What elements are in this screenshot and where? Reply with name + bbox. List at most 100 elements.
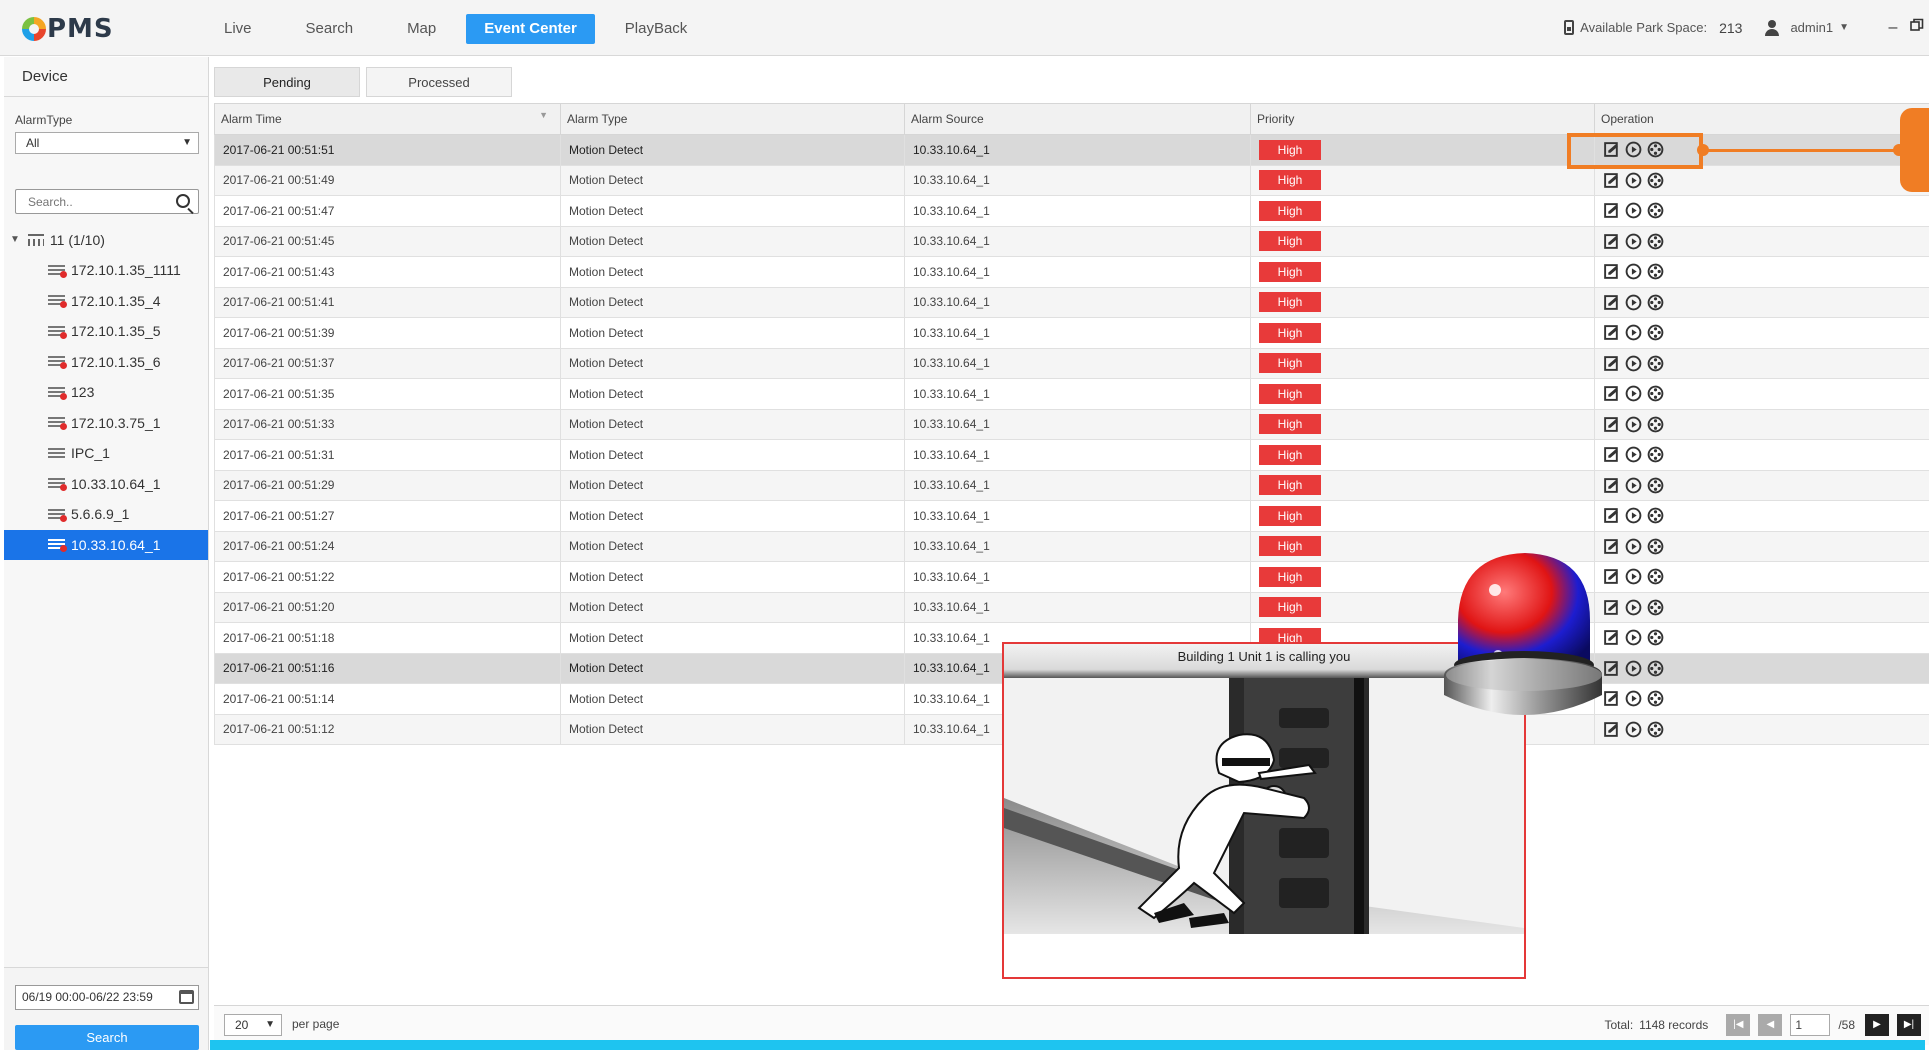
column-header-alarm-type[interactable]: Alarm Type (560, 103, 905, 135)
film-reel-icon[interactable] (1647, 355, 1664, 372)
film-reel-icon[interactable] (1647, 416, 1664, 433)
play-icon[interactable] (1625, 446, 1642, 463)
expand-triangle-icon[interactable]: ▼ (10, 225, 20, 255)
device-search-input[interactable] (16, 190, 166, 213)
film-reel-icon[interactable] (1647, 446, 1664, 463)
tree-item-device[interactable]: 123 (4, 377, 208, 408)
film-reel-icon[interactable] (1647, 324, 1664, 341)
film-reel-icon[interactable] (1647, 538, 1664, 555)
play-icon[interactable] (1625, 599, 1642, 616)
film-reel-icon[interactable] (1647, 202, 1664, 219)
edit-icon[interactable] (1603, 507, 1620, 524)
table-row[interactable]: 2017-06-21 00:51:24 Motion Detect 10.33.10… (214, 530, 1929, 562)
edit-icon[interactable] (1603, 355, 1620, 372)
edit-icon[interactable] (1603, 721, 1620, 738)
play-icon[interactable] (1625, 324, 1642, 341)
edit-icon[interactable] (1603, 385, 1620, 402)
tree-item-device-selected[interactable]: 10.33.10.64_1 (4, 529, 208, 560)
play-icon[interactable] (1625, 416, 1642, 433)
play-icon[interactable] (1625, 355, 1642, 372)
tree-item-device[interactable]: 172.10.1.35_1111 (4, 255, 208, 286)
film-reel-icon[interactable] (1647, 233, 1664, 250)
film-reel-icon[interactable] (1647, 507, 1664, 524)
table-row[interactable]: 2017-06-21 00:51:47 Motion Detect 10.33.10… (214, 195, 1929, 227)
edit-icon[interactable] (1603, 690, 1620, 707)
play-icon[interactable] (1625, 690, 1642, 707)
page-number-input[interactable]: 1 (1790, 1014, 1831, 1036)
play-icon[interactable] (1625, 629, 1642, 646)
edit-icon[interactable] (1603, 263, 1620, 280)
edit-icon[interactable] (1603, 477, 1620, 494)
play-icon[interactable] (1625, 538, 1642, 555)
edit-icon[interactable] (1603, 324, 1620, 341)
edit-icon[interactable] (1603, 599, 1620, 616)
table-row[interactable]: 2017-06-21 00:51:49 Motion Detect 10.33.10… (214, 164, 1929, 196)
film-reel-icon[interactable] (1647, 721, 1664, 738)
first-page-button[interactable]: |◀ (1726, 1014, 1751, 1036)
play-icon[interactable] (1625, 507, 1642, 524)
play-icon[interactable] (1625, 721, 1642, 738)
play-icon[interactable] (1625, 263, 1642, 280)
restore-button[interactable] (1905, 18, 1929, 37)
film-reel-icon[interactable] (1647, 385, 1664, 402)
tree-item-device[interactable]: 172.10.3.75_1 (4, 408, 208, 439)
table-row[interactable]: 2017-06-21 00:51:43 Motion Detect 10.33.10… (214, 256, 1929, 288)
edit-icon[interactable] (1603, 233, 1620, 250)
play-icon[interactable] (1625, 233, 1642, 250)
play-icon[interactable] (1625, 660, 1642, 677)
play-icon[interactable] (1625, 294, 1642, 311)
minimize-button[interactable]: – (1881, 19, 1905, 37)
edit-icon[interactable] (1603, 446, 1620, 463)
column-header-alarm-source[interactable]: Alarm Source (904, 103, 1251, 135)
table-row[interactable]: 2017-06-21 00:51:45 Motion Detect 10.33.10… (214, 225, 1929, 257)
tree-item-device[interactable]: 10.33.10.64_1 (4, 469, 208, 500)
table-row[interactable]: 2017-06-21 00:51:35 Motion Detect 10.33.10… (214, 378, 1929, 410)
tree-item-device[interactable]: 5.6.6.9_1 (4, 499, 208, 530)
table-row[interactable]: 2017-06-21 00:51:22 Motion Detect 10.33.10… (214, 561, 1929, 593)
table-row[interactable]: 2017-06-21 00:51:33 Motion Detect 10.33.10… (214, 408, 1929, 440)
play-icon[interactable] (1625, 202, 1642, 219)
edit-icon[interactable] (1603, 538, 1620, 555)
film-reel-icon[interactable] (1647, 477, 1664, 494)
edit-icon[interactable] (1603, 416, 1620, 433)
edit-icon[interactable] (1603, 629, 1620, 646)
tab-pending[interactable]: Pending (214, 67, 360, 97)
film-reel-icon[interactable] (1647, 629, 1664, 646)
film-reel-icon[interactable] (1647, 263, 1664, 280)
film-reel-icon[interactable] (1647, 172, 1664, 189)
play-icon[interactable] (1625, 385, 1642, 402)
column-header-priority[interactable]: Priority (1250, 103, 1595, 135)
user-menu-chevron-icon[interactable]: ▼ (1839, 22, 1849, 33)
table-row[interactable]: 2017-06-21 00:51:27 Motion Detect 10.33.10… (214, 500, 1929, 532)
tree-root-node[interactable]: ▼ 11 (1/10) (4, 225, 208, 255)
date-range-field[interactable]: 06/19 00:00-06/22 23:59 (15, 985, 199, 1010)
table-row[interactable]: 2017-06-21 00:51:31 Motion Detect 10.33.10… (214, 439, 1929, 471)
search-icon[interactable] (176, 194, 190, 208)
table-row[interactable]: 2017-06-21 00:51:37 Motion Detect 10.33.10… (214, 347, 1929, 379)
edit-icon[interactable] (1603, 202, 1620, 219)
film-reel-icon[interactable] (1647, 599, 1664, 616)
edit-icon[interactable] (1603, 294, 1620, 311)
nav-map[interactable]: Map (383, 14, 460, 44)
play-icon[interactable] (1625, 477, 1642, 494)
tree-item-device[interactable]: 172.10.1.35_5 (4, 316, 208, 347)
film-reel-icon[interactable] (1647, 690, 1664, 707)
last-page-button[interactable]: ▶| (1897, 1014, 1921, 1036)
film-reel-icon[interactable] (1647, 568, 1664, 585)
nav-live[interactable]: Live (200, 14, 276, 44)
nav-event-center[interactable]: Event Center (466, 14, 595, 44)
search-button[interactable]: Search (15, 1025, 199, 1050)
nav-search[interactable]: Search (282, 14, 378, 44)
user-name[interactable]: admin1 (1790, 20, 1833, 35)
play-icon[interactable] (1625, 568, 1642, 585)
edit-icon[interactable] (1603, 172, 1620, 189)
edit-icon[interactable] (1603, 568, 1620, 585)
film-reel-icon[interactable] (1647, 294, 1664, 311)
table-row[interactable]: 2017-06-21 00:51:41 Motion Detect 10.33.10… (214, 286, 1929, 318)
table-row[interactable]: 2017-06-21 00:51:39 Motion Detect 10.33.10… (214, 317, 1929, 349)
film-reel-icon[interactable] (1647, 660, 1664, 677)
tree-item-device[interactable]: 172.10.1.35_4 (4, 286, 208, 317)
calendar-icon[interactable] (179, 990, 194, 1004)
tree-item-device[interactable]: 172.10.1.35_6 (4, 347, 208, 378)
table-row[interactable]: 2017-06-21 00:51:29 Motion Detect 10.33.10… (214, 469, 1929, 501)
